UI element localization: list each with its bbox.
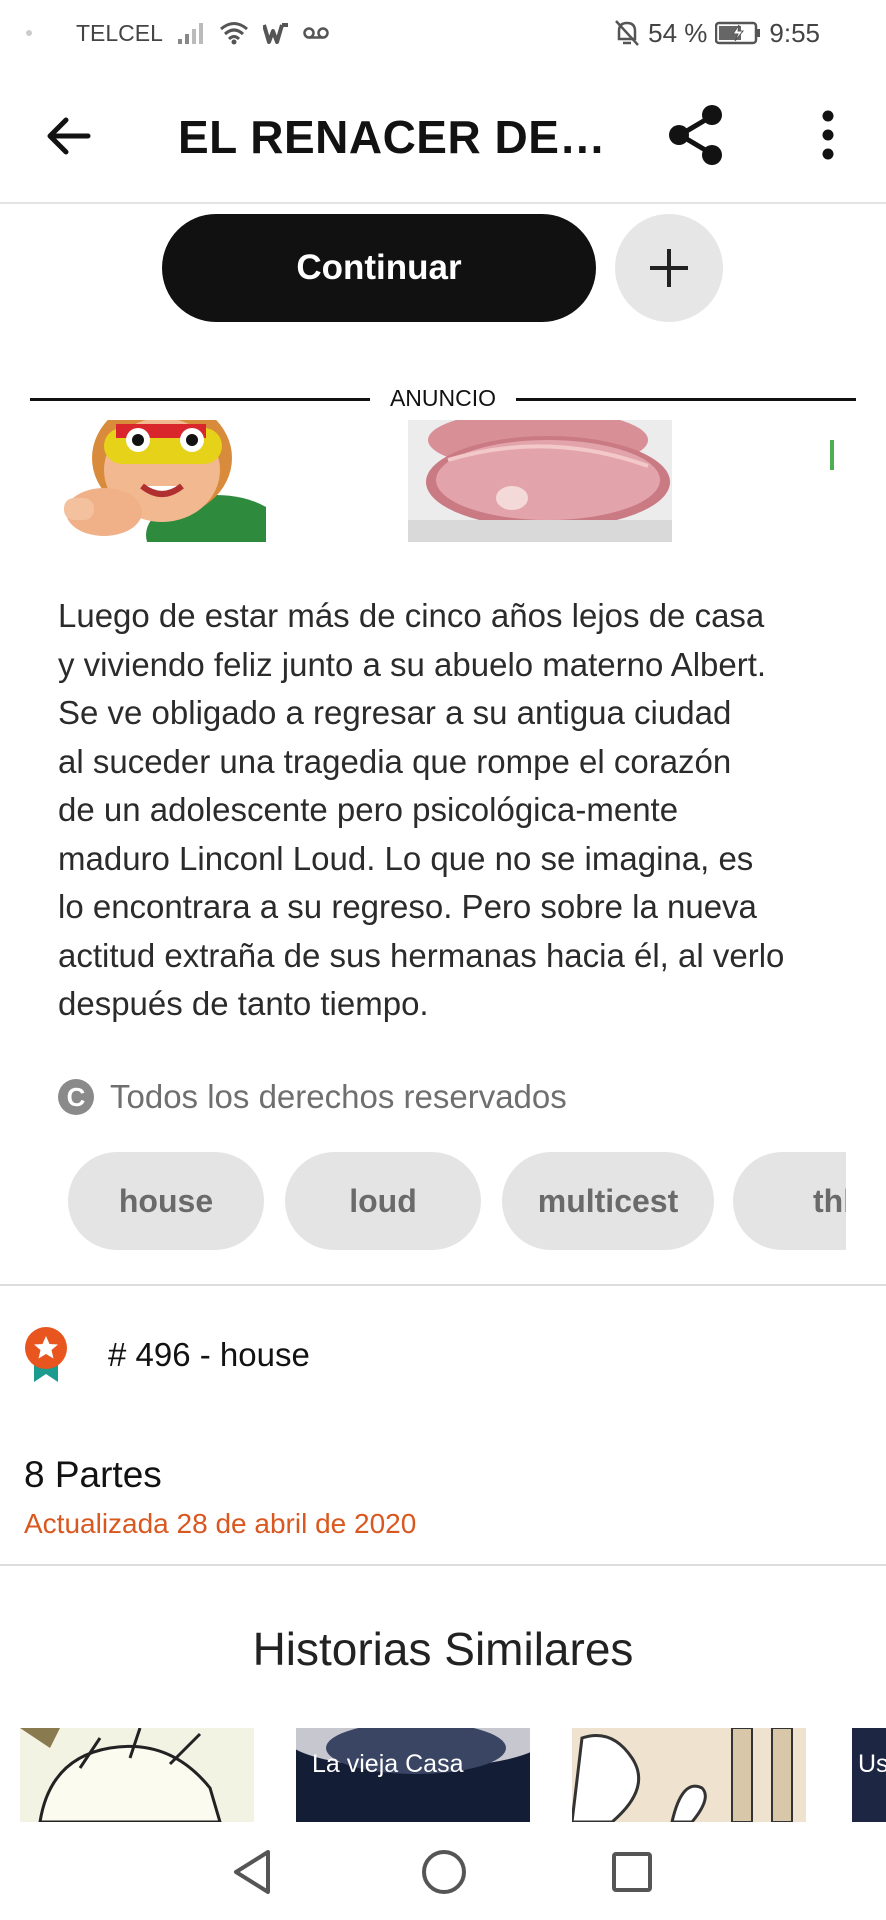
parts-count: 8 Partes bbox=[24, 1454, 162, 1495]
continue-label: Continuar bbox=[296, 248, 462, 287]
back-button[interactable] bbox=[44, 112, 92, 160]
voicemail-icon bbox=[303, 25, 329, 41]
bell-off-icon bbox=[614, 19, 640, 47]
more-options-button[interactable] bbox=[810, 108, 846, 162]
copyright-notice: C Todos los derechos reservados bbox=[58, 1078, 567, 1116]
triangle-back-icon bbox=[234, 1850, 270, 1894]
battery-charging-icon bbox=[715, 21, 761, 45]
add-to-library-button[interactable] bbox=[615, 214, 723, 322]
ad-image-partial[interactable] bbox=[830, 420, 836, 542]
status-bar: TELCEL 54 % 9:55 bbox=[0, 0, 886, 66]
tag-chip[interactable]: loud bbox=[285, 1152, 481, 1250]
arrow-left-icon bbox=[47, 117, 91, 155]
square-recents-icon bbox=[612, 1852, 652, 1892]
tag-list: house loud multicest thl bbox=[68, 1152, 846, 1250]
copyright-text: Todos los derechos reservados bbox=[110, 1078, 567, 1115]
ranking-badge-icon bbox=[22, 1326, 70, 1384]
similar-story-cover[interactable] bbox=[572, 1728, 806, 1822]
tag-chip[interactable]: multicest bbox=[502, 1152, 714, 1250]
nav-home-button[interactable] bbox=[418, 1846, 470, 1898]
similar-story-cover[interactable]: Us bbox=[848, 1728, 886, 1822]
ranking-text[interactable]: # 496 - house bbox=[108, 1336, 310, 1374]
similar-stories-heading: Historias Similares bbox=[252, 1623, 634, 1675]
circle-home-icon bbox=[422, 1850, 466, 1894]
nav-recents-button[interactable] bbox=[606, 1846, 658, 1898]
plus-icon bbox=[650, 249, 688, 287]
ad-label: ANUNCIO bbox=[389, 385, 497, 411]
ad-divider-left bbox=[30, 398, 370, 401]
tag-chip[interactable]: thl bbox=[733, 1152, 846, 1250]
share-button[interactable] bbox=[664, 102, 730, 168]
clock: 9:55 bbox=[769, 17, 820, 48]
similar-story-cover[interactable] bbox=[20, 1728, 254, 1822]
cover-title: Us bbox=[858, 1750, 886, 1778]
ad-divider-right bbox=[516, 398, 856, 401]
story-title: EL RENACER DE L... bbox=[178, 111, 613, 163]
notification-dot bbox=[26, 30, 32, 36]
last-updated: Actualizada 28 de abril de 2020 bbox=[24, 1508, 417, 1539]
section-divider bbox=[0, 1564, 886, 1566]
ad-image-superhero[interactable] bbox=[56, 420, 266, 542]
section-divider bbox=[0, 1284, 886, 1286]
copyright-icon: C bbox=[58, 1079, 94, 1115]
dots-vertical-icon bbox=[822, 110, 834, 160]
similar-story-cover[interactable]: La vieja Casa bbox=[296, 1728, 530, 1822]
app-bar: EL RENACER DE L... bbox=[0, 66, 886, 204]
signal-icon bbox=[177, 21, 205, 45]
ad-image-ham[interactable] bbox=[408, 420, 672, 542]
continue-reading-button[interactable]: Continuar bbox=[162, 214, 596, 322]
wattpad-icon bbox=[262, 22, 289, 44]
carrier-name: TELCEL bbox=[76, 19, 163, 46]
nav-back-button[interactable] bbox=[228, 1846, 280, 1898]
wifi-icon bbox=[219, 21, 249, 45]
cover-title: La vieja Casa bbox=[312, 1750, 464, 1778]
story-description: Luego de estar más de cinco años lejos d… bbox=[58, 597, 785, 1022]
share-icon bbox=[669, 105, 722, 165]
tag-chip[interactable]: house bbox=[68, 1152, 264, 1250]
battery-percent: 54 % bbox=[648, 17, 708, 48]
system-nav-bar bbox=[0, 1822, 886, 1920]
